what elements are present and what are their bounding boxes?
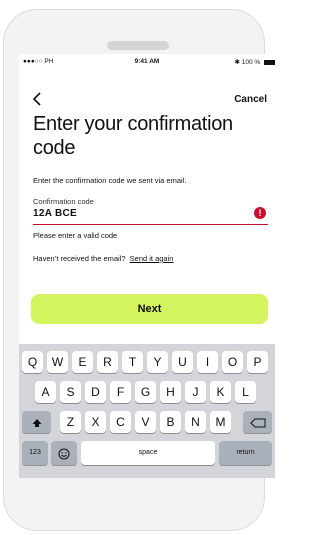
key-d[interactable]: D <box>85 381 106 403</box>
key-b[interactable]: B <box>160 411 181 433</box>
resend-prompt: Haven’t received the email? <box>33 254 126 263</box>
app-screen: ●●●○○ PH 9:41 AM ✱ 100 % Cancel Enter yo… <box>19 54 275 478</box>
key-k[interactable]: K <box>210 381 231 403</box>
key-e[interactable]: E <box>72 351 93 373</box>
resend-row: Haven’t received the email? Send it agai… <box>33 254 173 263</box>
shift-icon[interactable] <box>22 411 51 433</box>
key-r[interactable]: R <box>97 351 118 373</box>
input-underline <box>33 224 268 225</box>
key-c[interactable]: C <box>110 411 131 433</box>
key-s[interactable]: S <box>60 381 81 403</box>
key-z[interactable]: Z <box>60 411 81 433</box>
key-q[interactable]: Q <box>22 351 43 373</box>
key-u[interactable]: U <box>172 351 193 373</box>
key-g[interactable]: G <box>135 381 156 403</box>
battery-icon <box>264 59 275 65</box>
key-j[interactable]: J <box>185 381 206 403</box>
page-subtitle: Enter the confirmation code we sent via … <box>33 176 187 185</box>
key-h[interactable]: H <box>160 381 181 403</box>
confirmation-code-input[interactable]: 12A BCE <box>33 208 233 219</box>
keyboard-row-4: 123 space return <box>19 441 275 465</box>
bluetooth-icon: ✱ <box>234 59 240 66</box>
keyboard-row-2: A S D F G H J K L <box>19 381 275 403</box>
key-x[interactable]: X <box>85 411 106 433</box>
confirmation-code-label: Confirmation code <box>33 197 94 206</box>
chevron-left-icon[interactable] <box>32 92 42 110</box>
key-t[interactable]: T <box>122 351 143 373</box>
emoji-icon[interactable] <box>51 441 77 465</box>
cancel-button[interactable]: Cancel <box>234 94 267 105</box>
backspace-icon[interactable] <box>243 411 272 433</box>
page-title: Enter your confirmation code <box>33 113 233 159</box>
key-i[interactable]: I <box>197 351 218 373</box>
key-v[interactable]: V <box>135 411 156 433</box>
key-y[interactable]: Y <box>147 351 168 373</box>
battery-status: ✱ 100 % <box>234 58 275 66</box>
key-f[interactable]: F <box>110 381 131 403</box>
error-icon: ! <box>254 207 266 219</box>
space-key[interactable]: space <box>81 441 215 465</box>
key-a[interactable]: A <box>35 381 56 403</box>
key-w[interactable]: W <box>47 351 68 373</box>
key-o[interactable]: O <box>222 351 243 373</box>
key-l[interactable]: L <box>235 381 256 403</box>
key-p[interactable]: P <box>247 351 268 373</box>
keyboard: Q W E R T Y U I O P A S D F G H J K L Z <box>19 344 275 478</box>
numbers-key[interactable]: 123 <box>22 441 48 465</box>
send-again-link[interactable]: Send it again <box>130 254 174 263</box>
key-n[interactable]: N <box>185 411 206 433</box>
key-m[interactable]: M <box>210 411 231 433</box>
battery-percent: 100 % <box>241 59 261 66</box>
next-button[interactable]: Next <box>31 294 268 324</box>
error-message: Please enter a valid code <box>33 231 118 240</box>
status-bar: ●●●○○ PH 9:41 AM ✱ 100 % <box>19 54 275 70</box>
keyboard-row-1: Q W E R T Y U I O P <box>19 351 275 373</box>
keyboard-row-3: Z X C V B N M <box>19 411 275 433</box>
return-key[interactable]: return <box>219 441 272 465</box>
phone-speaker <box>107 41 169 50</box>
